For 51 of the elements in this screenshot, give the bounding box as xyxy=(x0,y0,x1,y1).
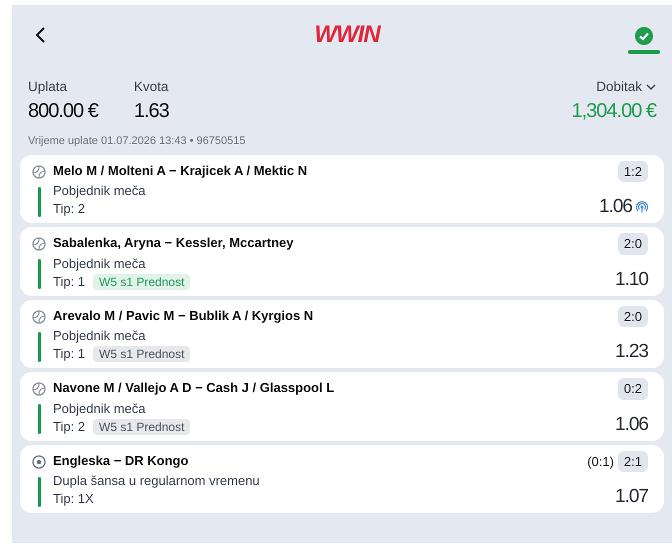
odds-value: 1.23 xyxy=(615,341,648,364)
payout-value: 1,304.00 € xyxy=(571,99,656,124)
payout-label: Dobitak xyxy=(596,78,642,96)
tag: W5 s1 Prednost xyxy=(93,274,190,290)
odds-value: 1.06 xyxy=(599,196,632,218)
stake-value: 800.00 € xyxy=(28,99,98,124)
status-bar xyxy=(38,186,40,217)
chevron-down-icon[interactable] xyxy=(646,84,656,91)
market-name: Pobjednik meča xyxy=(53,327,146,346)
tip-text: Tip: 2 xyxy=(53,418,86,436)
check-icon[interactable] xyxy=(635,26,653,44)
halftime-score: (0:1) xyxy=(587,452,614,471)
score-badge: 0:2 xyxy=(618,378,648,400)
score-badge: 1:2 xyxy=(618,160,648,182)
score-badge: 2:1 xyxy=(618,450,648,472)
status-bar xyxy=(38,404,40,434)
match-title: Sabalenka, Aryna − Kessler, Mccartney xyxy=(53,234,294,252)
tennis-ball-icon xyxy=(32,237,46,252)
status-underline xyxy=(628,50,660,54)
odds-value: 1.10 xyxy=(615,268,648,291)
tag: W5 s1 Prednost xyxy=(93,346,190,362)
odds-label: Kvota xyxy=(134,78,169,96)
back-icon[interactable] xyxy=(34,26,46,44)
stake-label: Uplata xyxy=(28,78,68,96)
tennis-ball-icon xyxy=(32,382,46,396)
tip-text: Tip: 2 xyxy=(53,200,86,218)
tip-text: Tip: 1 xyxy=(53,345,86,364)
bet-meta: Vrijeme uplate 01.07.2026 13:43 • 96750515 xyxy=(27,134,247,150)
tip-text: Tip: 1 xyxy=(53,272,86,291)
status-bar xyxy=(38,476,40,507)
market-name: Dupla šansa u regularnom vremenu xyxy=(53,472,261,490)
match-title: Melo M / Molteni A − Krajicek A / Mektic N xyxy=(53,162,308,180)
match-title: Arevalo M / Pavic M − Bublik A / Kyrgios N xyxy=(53,306,314,325)
market-name: Pobjednik meča xyxy=(53,400,146,418)
total-odds: 1.63 xyxy=(134,99,169,124)
status-bar xyxy=(38,259,40,290)
soccer-ball-icon xyxy=(32,454,46,469)
tennis-ball-icon xyxy=(32,164,46,179)
logo: WWIN xyxy=(314,20,380,50)
tennis-ball-icon xyxy=(32,310,46,324)
score-badge: 2:0 xyxy=(618,306,648,328)
match-title: Engleska − DR Kongo xyxy=(53,452,188,470)
market-name: Pobjednik meča xyxy=(53,254,146,273)
tag: W5 s1 Prednost xyxy=(93,418,190,435)
odds-value: 1.06 xyxy=(615,414,648,436)
market-name: Pobjednik meča xyxy=(53,182,146,200)
score-badge: 2:0 xyxy=(618,233,648,255)
status-bar xyxy=(38,332,40,362)
match-title: Navone M / Vallejo A D − Cash J / Glasspool L xyxy=(53,379,334,398)
odds-value: 1.07 xyxy=(615,486,648,508)
tip-text: Tip: 1X xyxy=(53,490,94,508)
